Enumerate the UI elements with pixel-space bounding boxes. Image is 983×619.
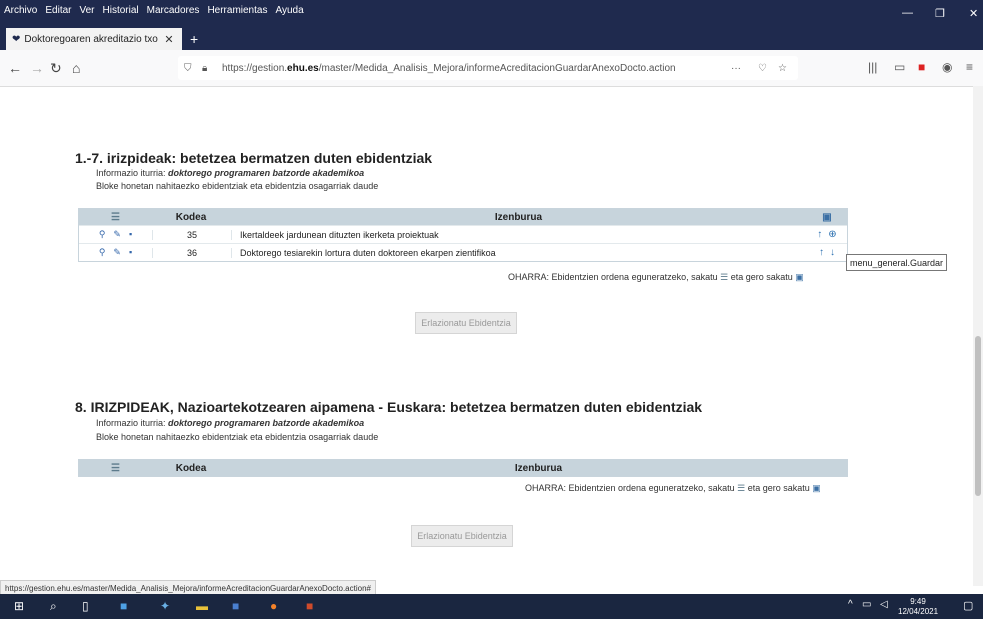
- save-icon: ▣: [812, 483, 821, 493]
- start-icon[interactable]: ⊞: [14, 599, 24, 613]
- library-icon[interactable]: |||: [868, 60, 877, 74]
- section-2-table: ☰ Kodea Izenburua: [78, 459, 848, 477]
- relate-evidence-button[interactable]: Erlazionatu Ebidentzia: [415, 312, 517, 334]
- volume-icon[interactable]: ◁: [880, 599, 888, 610]
- row-title: Ikertaldeek jardunean dituzten ikerketa …: [231, 229, 807, 240]
- delete-icon[interactable]: ▪: [129, 229, 132, 240]
- title-bar: Archivo Editar Ver Historial Marcadores …: [0, 0, 983, 28]
- reload-icon[interactable]: ↻: [50, 60, 62, 77]
- tab-strip: ❤ Doktoregoaren akreditazio txo ✕ +: [0, 28, 983, 50]
- column-header-code: Kodea: [175, 462, 207, 474]
- favicon-icon: ❤: [12, 33, 21, 45]
- column-header-code: Kodea: [175, 211, 207, 223]
- move-up-icon[interactable]: ↑: [819, 247, 824, 258]
- new-tab-button[interactable]: +: [190, 31, 198, 47]
- edit-icon[interactable]: ✎: [113, 247, 121, 258]
- move-down-icon[interactable]: ↓: [830, 247, 835, 258]
- section-2-info: Informazio iturria: doktorego programare…: [96, 418, 365, 428]
- firefox-icon[interactable]: ●: [270, 599, 277, 613]
- task-view-icon[interactable]: ▯: [82, 599, 89, 613]
- save-icon[interactable]: ▣: [807, 212, 847, 223]
- outlook-icon[interactable]: ■: [120, 599, 127, 613]
- list-icon[interactable]: ☰: [79, 212, 152, 223]
- edit-icon[interactable]: ✎: [113, 229, 121, 240]
- powerpoint-icon[interactable]: ■: [306, 599, 313, 613]
- lock-icon[interactable]: 🔒︎: [202, 63, 207, 74]
- network-icon[interactable]: ▭: [862, 599, 871, 610]
- list-icon[interactable]: ☰: [79, 463, 152, 474]
- tab-title: Doktoregoaren akreditazio txo: [24, 33, 158, 45]
- list-icon: ☰: [737, 483, 746, 493]
- menu-herramientas[interactable]: Herramientas: [207, 5, 267, 16]
- bookmark-star-icon[interactable]: ☆: [778, 63, 787, 74]
- view-icon[interactable]: ⚲: [99, 247, 106, 258]
- home-icon[interactable]: ⌂: [72, 60, 80, 76]
- list-icon: ☰: [720, 272, 729, 282]
- word-icon[interactable]: ■: [232, 599, 239, 613]
- hamburger-menu-icon[interactable]: ≡: [966, 60, 973, 74]
- menu-historial[interactable]: Historial: [103, 5, 139, 16]
- row-code: 35: [152, 229, 231, 240]
- table-header: ☰ Kodea Izenburua ▣: [79, 209, 847, 225]
- file-explorer-icon[interactable]: ▬: [196, 599, 208, 613]
- section-2-desc: Bloke honetan nahitaezko ebidentziak eta…: [96, 432, 379, 442]
- column-header-title: Izenburua: [494, 211, 543, 223]
- row-code: 36: [152, 247, 231, 258]
- menu-ver[interactable]: Ver: [79, 5, 94, 16]
- account-icon[interactable]: ◉: [942, 60, 952, 74]
- view-icon[interactable]: ⚲: [99, 229, 106, 240]
- menu-bar: Archivo Editar Ver Historial Marcadores …: [4, 5, 304, 16]
- pocket-icon[interactable]: ♡: [758, 63, 767, 74]
- table-header: ☰ Kodea Izenburua: [79, 460, 847, 476]
- scrollbar-thumb[interactable]: [975, 336, 981, 496]
- nav-bar: ← → ↻ ⌂ ⛉ 🔒︎ https://gestion.ehu.es/mast…: [0, 50, 983, 87]
- clock[interactable]: 9:49 12/04/2021: [898, 597, 938, 617]
- table-row: ⚲ ✎ ▪ 36 Doktorego tesiarekin lortura du…: [79, 243, 847, 261]
- shield-icon[interactable]: ⛉: [184, 63, 192, 74]
- relate-evidence-button[interactable]: Erlazionatu Ebidentzia: [411, 525, 513, 547]
- save-icon: ▣: [795, 272, 804, 282]
- taskbar: ⊞ ⌕ ▯ ■ ✦ ▬ ■ ● ■ ^ ▭ ◁ 9:49 12/04/2021 …: [0, 594, 983, 619]
- scrollbar[interactable]: [973, 86, 983, 586]
- tab-active[interactable]: ❤ Doktoregoaren akreditazio txo ✕: [6, 28, 182, 50]
- menu-marcadores[interactable]: Marcadores: [147, 5, 200, 16]
- extension-icon[interactable]: ■: [918, 60, 925, 74]
- minimize-button[interactable]: —: [902, 7, 913, 19]
- menu-editar[interactable]: Editar: [45, 5, 71, 16]
- maximize-button[interactable]: ❐: [935, 7, 945, 20]
- more-actions-icon[interactable]: ···: [731, 63, 741, 74]
- tooltip: menu_general.Guardar: [846, 254, 947, 271]
- table-row: ⚲ ✎ ▪ 35 Ikertaldeek jardunean dituzten …: [79, 225, 847, 243]
- url-text: https://gestion.ehu.es/master/Medida_Ana…: [222, 62, 676, 74]
- close-tab-icon[interactable]: ✕: [164, 33, 173, 46]
- section-1-note: OHARRA: Ebidentzien ordena eguneratzeko,…: [508, 272, 804, 282]
- url-bar[interactable]: ⛉ 🔒︎ https://gestion.ehu.es/master/Medid…: [178, 56, 798, 80]
- sidebar-icon[interactable]: ▭: [894, 60, 905, 74]
- menu-archivo[interactable]: Archivo: [4, 5, 37, 16]
- back-icon[interactable]: ←: [8, 60, 22, 76]
- column-header-title: Izenburua: [514, 462, 563, 474]
- row-title: Doktorego tesiarekin lortura duten dokto…: [231, 247, 807, 258]
- teams-icon[interactable]: ✦: [160, 599, 170, 613]
- notifications-icon[interactable]: ▢: [963, 599, 973, 612]
- tray-chevron-icon[interactable]: ^: [848, 599, 853, 610]
- search-icon[interactable]: ⌕: [50, 599, 57, 614]
- section-1-info: Informazio iturria: doktorego programare…: [96, 168, 365, 178]
- download-icon[interactable]: ⊕: [828, 229, 836, 240]
- section-2-note: OHARRA: Ebidentzien ordena eguneratzeko,…: [525, 483, 821, 493]
- forward-icon[interactable]: →: [30, 60, 44, 76]
- menu-ayuda[interactable]: Ayuda: [275, 5, 303, 16]
- section-1-title: 1.-7. irizpideak: betetzea bermatzen dut…: [75, 150, 433, 166]
- section-1-table: ☰ Kodea Izenburua ▣ ⚲ ✎ ▪ 35 Ikertaldeek…: [78, 208, 848, 262]
- section-2-title: 8. IRIZPIDEAK, Nazioartekotzearen aipame…: [75, 399, 703, 415]
- section-1-desc: Bloke honetan nahitaezko ebidentziak eta…: [96, 181, 379, 191]
- close-window-button[interactable]: ✕: [969, 7, 978, 20]
- move-up-icon[interactable]: ↑: [817, 229, 822, 240]
- delete-icon[interactable]: ▪: [129, 247, 132, 258]
